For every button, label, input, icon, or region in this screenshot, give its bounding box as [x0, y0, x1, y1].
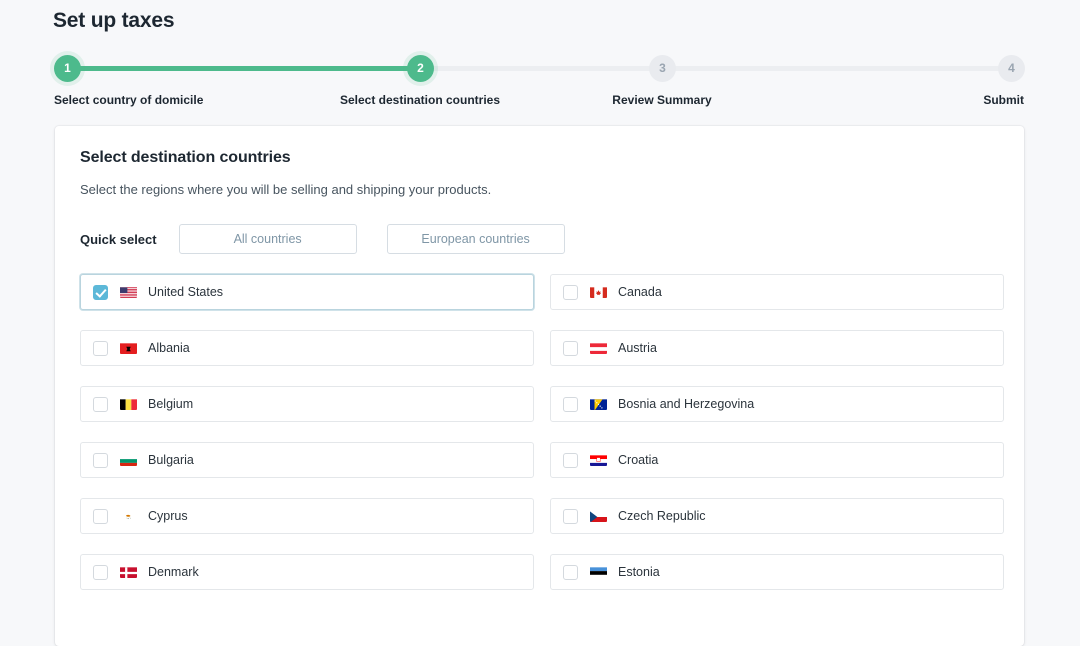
country-checkbox[interactable] — [93, 509, 108, 524]
country-checkbox[interactable] — [93, 341, 108, 356]
country-row[interactable]: Cyprus — [80, 498, 534, 534]
country-name: Bulgaria — [148, 453, 194, 467]
country-checkbox[interactable] — [93, 565, 108, 580]
country-row[interactable]: Bosnia and Herzegovina — [550, 386, 1004, 422]
country-checkbox[interactable] — [563, 285, 578, 300]
step-2-number: 2 — [407, 55, 434, 82]
country-name: Austria — [618, 341, 657, 355]
step-1-label: Select country of domicile — [54, 93, 203, 107]
flag-icon — [120, 286, 137, 298]
progress-stepper: 1 Select country of domicile 2 Select de… — [53, 55, 1025, 115]
country-checkbox[interactable] — [563, 565, 578, 580]
country-row[interactable]: Austria — [550, 330, 1004, 366]
country-row[interactable]: Bulgaria — [80, 442, 534, 478]
quick-select-label: Quick select — [80, 232, 157, 247]
destination-countries-card: Select destination countries Select the … — [55, 126, 1024, 646]
country-checkbox[interactable] — [93, 285, 108, 300]
country-name: United States — [148, 285, 223, 299]
country-checkbox[interactable] — [563, 453, 578, 468]
country-checkbox[interactable] — [563, 397, 578, 412]
country-checkbox[interactable] — [563, 509, 578, 524]
european-countries-button[interactable]: European countries — [387, 224, 565, 254]
country-row[interactable]: Belgium — [80, 386, 534, 422]
all-countries-button[interactable]: All countries — [179, 224, 357, 254]
country-row[interactable]: Canada — [550, 274, 1004, 310]
country-row[interactable]: Czech Republic — [550, 498, 1004, 534]
country-name: Denmark — [148, 565, 199, 579]
step-1-number: 1 — [54, 55, 81, 82]
flag-icon — [120, 510, 137, 522]
flag-icon — [120, 454, 137, 466]
flag-icon — [590, 286, 607, 298]
flag-icon — [590, 566, 607, 578]
page-title: Set up taxes — [53, 9, 174, 33]
country-list: United States Canada Albania Austria Belgium… — [80, 274, 1004, 590]
step-4-label: Submit — [983, 93, 1024, 107]
step-4-number: 4 — [998, 55, 1025, 82]
step-3-label: Review Summary — [612, 93, 711, 107]
step-3-number: 3 — [649, 55, 676, 82]
country-checkbox[interactable] — [93, 397, 108, 412]
flag-icon — [120, 566, 137, 578]
country-name: Albania — [148, 341, 190, 355]
quick-select-row: Quick select All countries European coun… — [80, 224, 565, 254]
step-2-label: Select destination countries — [340, 93, 500, 107]
flag-icon — [590, 398, 607, 410]
country-row[interactable]: Croatia — [550, 442, 1004, 478]
country-name: Canada — [618, 285, 662, 299]
flag-icon — [120, 398, 137, 410]
country-name: Cyprus — [148, 509, 188, 523]
country-checkbox[interactable] — [563, 341, 578, 356]
flag-icon — [120, 342, 137, 354]
country-name: Czech Republic — [618, 509, 706, 523]
country-row[interactable]: Estonia — [550, 554, 1004, 590]
flag-icon — [590, 342, 607, 354]
country-checkbox[interactable] — [93, 453, 108, 468]
country-name: Belgium — [148, 397, 193, 411]
card-title: Select destination countries — [80, 149, 291, 167]
country-row[interactable]: United States — [80, 274, 534, 310]
card-subtitle: Select the regions where you will be sel… — [80, 182, 491, 197]
country-name: Bosnia and Herzegovina — [618, 397, 754, 411]
flag-icon — [590, 454, 607, 466]
country-row[interactable]: Denmark — [80, 554, 534, 590]
country-name: Croatia — [618, 453, 658, 467]
flag-icon — [590, 510, 607, 522]
country-name: Estonia — [618, 565, 660, 579]
stepper-progress-fill — [67, 66, 420, 71]
country-row[interactable]: Albania — [80, 330, 534, 366]
